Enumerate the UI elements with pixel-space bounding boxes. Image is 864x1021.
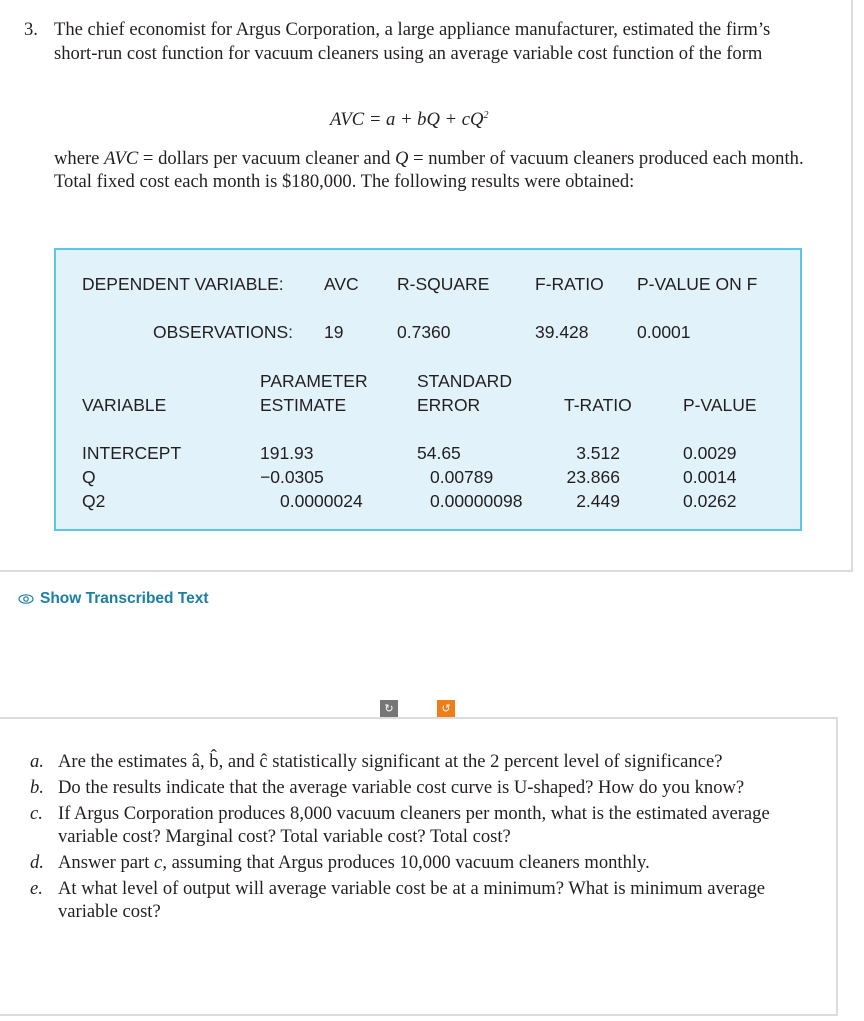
question-letter: d. bbox=[30, 852, 44, 873]
rotate-cw-icon: ↺ bbox=[441, 702, 451, 715]
row-t-ratio: 23.866 bbox=[566, 467, 620, 487]
header-variable: VARIABLE bbox=[82, 395, 167, 415]
row-estimate: −0.0305 bbox=[260, 467, 324, 487]
where-mid: = dollars per vacuum cleaner and bbox=[138, 148, 396, 169]
r-square-value: 0.7360 bbox=[397, 322, 451, 342]
header-t-ratio: T-RATIO bbox=[564, 395, 632, 415]
row-estimate: 0.0000024 bbox=[280, 491, 363, 511]
regression-output-table: DEPENDENT VARIABLE: AVC R-SQUARE F-RATIO… bbox=[54, 248, 802, 531]
question-list: a. Are the estimates â, b̂, and ĉ statist… bbox=[30, 750, 790, 926]
observations-value: 19 bbox=[324, 322, 344, 342]
question-item-e: e. At what level of output will average v… bbox=[30, 877, 790, 923]
header-error: ERROR bbox=[417, 395, 481, 415]
eye-icon bbox=[18, 594, 34, 604]
header-parameter: PARAMETER bbox=[260, 371, 368, 391]
rotate-ccw-icon: ↻ bbox=[384, 702, 394, 715]
header-standard: STANDARD bbox=[417, 371, 512, 391]
header-p-value: P-VALUE bbox=[683, 395, 757, 415]
row-t-ratio: 3.512 bbox=[576, 443, 620, 463]
question-item-c: c. If Argus Corporation produces 8,000 va… bbox=[30, 802, 790, 848]
question-letter: a. bbox=[30, 751, 44, 772]
question-letter: e. bbox=[30, 878, 43, 899]
row-std-error: 0.00789 bbox=[430, 467, 494, 487]
problem-statement: 3. The chief economist for Argus Corpora… bbox=[24, 18, 814, 66]
where-avc: AVC bbox=[104, 148, 139, 169]
problem-number: 3. bbox=[24, 19, 38, 40]
row-variable: Q2 bbox=[82, 491, 106, 511]
p-value-f-value: 0.0001 bbox=[637, 322, 691, 342]
row-estimate: 191.93 bbox=[260, 443, 314, 463]
dependent-variable-value: AVC bbox=[324, 274, 359, 294]
rotate-right-button[interactable]: ↺ bbox=[437, 700, 455, 717]
row-p-value: 0.0014 bbox=[683, 467, 737, 487]
equation-text: AVC = a + bQ + cQ bbox=[330, 109, 484, 130]
show-transcribed-text-link[interactable]: Show Transcribed Text bbox=[18, 590, 209, 608]
question-text-post: , assuming that Argus produces 10,000 va… bbox=[162, 852, 650, 873]
rotate-left-button[interactable]: ↻ bbox=[380, 700, 398, 717]
question-text: Do the results indicate that the average… bbox=[58, 777, 745, 798]
show-transcribed-text-label[interactable]: Show Transcribed Text bbox=[40, 590, 209, 608]
question-text: If Argus Corporation produces 8,000 vacu… bbox=[58, 803, 770, 847]
where-prefix: where bbox=[54, 148, 105, 169]
row-std-error: 0.00000098 bbox=[430, 491, 523, 511]
r-square-label: R-SQUARE bbox=[397, 274, 490, 294]
question-item-b: b. Do the results indicate that the avera… bbox=[30, 776, 790, 799]
problem-intro: The chief economist for Argus Corporatio… bbox=[54, 19, 771, 64]
question-text: At what level of output will average var… bbox=[58, 878, 766, 922]
row-p-value: 0.0262 bbox=[683, 491, 737, 511]
avc-equation: AVC = a + bQ + cQ2 bbox=[330, 109, 488, 131]
observations-label: OBSERVATIONS: bbox=[153, 322, 294, 342]
problem-definitions: where AVC = dollars per vacuum cleaner a… bbox=[54, 147, 814, 193]
f-ratio-label: F-RATIO bbox=[535, 274, 604, 294]
row-p-value: 0.0029 bbox=[683, 443, 737, 463]
row-t-ratio: 2.449 bbox=[576, 491, 620, 511]
p-value-f-label: P-VALUE ON F bbox=[637, 274, 758, 294]
question-item-a: a. Are the estimates â, b̂, and ĉ statist… bbox=[30, 750, 790, 773]
question-text: Are the estimates â, b̂, and ĉ statistic… bbox=[58, 751, 723, 772]
question-letter: c. bbox=[30, 803, 43, 824]
header-estimate: ESTIMATE bbox=[260, 395, 347, 415]
where-q: Q bbox=[395, 148, 409, 169]
row-variable: Q bbox=[82, 467, 96, 487]
equation-exponent: 2 bbox=[483, 109, 489, 121]
question-letter: b. bbox=[30, 777, 44, 798]
dependent-variable-label: DEPENDENT VARIABLE: bbox=[82, 274, 284, 294]
row-variable: INTERCEPT bbox=[82, 443, 182, 463]
row-std-error: 54.65 bbox=[417, 443, 461, 463]
question-text: Answer part bbox=[58, 852, 155, 873]
question-item-d: d. Answer part c, assuming that Argus pro… bbox=[30, 851, 790, 874]
f-ratio-value: 39.428 bbox=[535, 322, 589, 342]
